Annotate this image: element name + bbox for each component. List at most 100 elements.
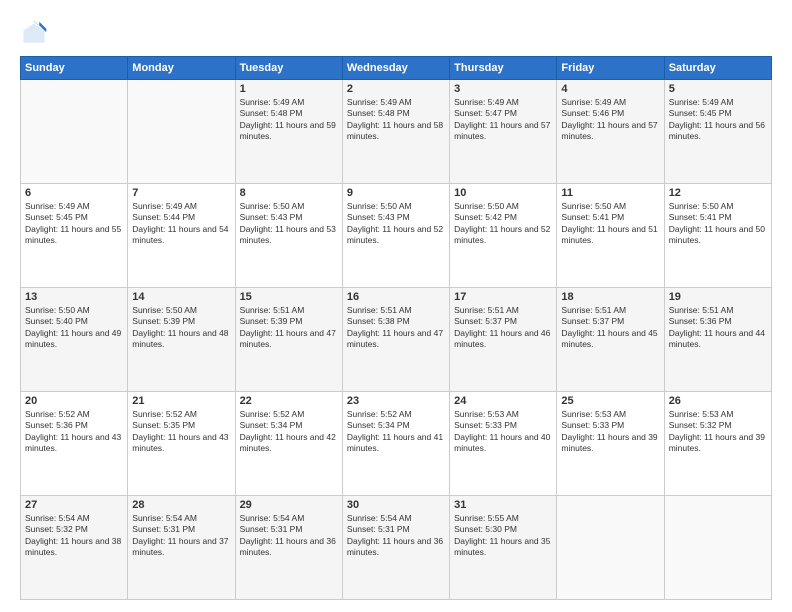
day-number: 7 — [132, 187, 230, 199]
day-number: 8 — [240, 187, 338, 199]
day-cell: 1 Sunrise: 5:49 AM Sunset: 5:48 PM Daylig… — [235, 80, 342, 184]
day-cell: 29Sunrise: 5:54 AM Sunset: 5:31 PM Dayli… — [235, 496, 342, 600]
logo-icon — [20, 20, 48, 48]
day-cell: 28Sunrise: 5:54 AM Sunset: 5:31 PM Dayli… — [128, 496, 235, 600]
day-info: Sunrise: 5:50 AM Sunset: 5:43 PM Dayligh… — [240, 201, 338, 247]
day-number: 23 — [347, 395, 445, 407]
weekday-header-tuesday: Tuesday — [235, 57, 342, 80]
day-cell: 11 Sunrise: 5:50 AM Sunset: 5:41 PM Dayli… — [557, 184, 664, 288]
day-info: Sunrise: 5:52 AM Sunset: 5:36 PM Dayligh… — [25, 409, 123, 455]
day-cell: 17 Sunrise: 5:51 AM Sunset: 5:37 PM Dayli… — [450, 288, 557, 392]
day-cell: 24 Sunrise: 5:53 AM Sunset: 5:33 PM Dayli… — [450, 392, 557, 496]
week-row-1: 1 Sunrise: 5:49 AM Sunset: 5:48 PM Daylig… — [21, 80, 772, 184]
day-number: 21 — [132, 395, 230, 407]
day-info: Sunrise: 5:52 AM Sunset: 5:34 PM Dayligh… — [347, 409, 445, 455]
day-cell: 27 Sunrise: 5:54 AM Sunset: 5:32 PM Dayli… — [21, 496, 128, 600]
day-number: 16 — [347, 291, 445, 303]
day-info: Sunrise: 5:51 AM Sunset: 5:37 PM Dayligh… — [561, 305, 659, 351]
day-info: Sunrise: 5:50 AM Sunset: 5:41 PM Dayligh… — [561, 201, 659, 247]
weekday-header-monday: Monday — [128, 57, 235, 80]
day-number: 15 — [240, 291, 338, 303]
day-number: 19 — [669, 291, 767, 303]
day-info: Sunrise: 5:52 AM Sunset: 5:35 PM Dayligh… — [132, 409, 230, 455]
day-cell: 25Sunrise: 5:53 AM Sunset: 5:33 PM Dayli… — [557, 392, 664, 496]
logo — [20, 20, 52, 48]
day-number: 4 — [561, 83, 659, 95]
day-cell: 23 Sunrise: 5:52 AM Sunset: 5:34 PM Dayli… — [342, 392, 449, 496]
week-row-5: 27 Sunrise: 5:54 AM Sunset: 5:32 PM Dayli… — [21, 496, 772, 600]
day-number: 11 — [561, 187, 659, 199]
day-cell — [128, 80, 235, 184]
day-cell: 4 Sunrise: 5:49 AM Sunset: 5:46 PM Daylig… — [557, 80, 664, 184]
day-info: Sunrise: 5:53 AM Sunset: 5:33 PM Dayligh… — [454, 409, 552, 455]
day-info: Sunrise: 5:50 AM Sunset: 5:43 PM Dayligh… — [347, 201, 445, 247]
day-number: 26 — [669, 395, 767, 407]
day-number: 9 — [347, 187, 445, 199]
day-cell: 9 Sunrise: 5:50 AM Sunset: 5:43 PM Daylig… — [342, 184, 449, 288]
day-cell: 19 Sunrise: 5:51 AM Sunset: 5:36 PM Dayli… — [664, 288, 771, 392]
weekday-header-sunday: Sunday — [21, 57, 128, 80]
day-number: 13 — [25, 291, 123, 303]
day-number: 17 — [454, 291, 552, 303]
day-info: Sunrise: 5:53 AM Sunset: 5:32 PM Dayligh… — [669, 409, 767, 455]
day-number: 29 — [240, 499, 338, 511]
header — [20, 16, 772, 48]
day-number: 12 — [669, 187, 767, 199]
day-info: Sunrise: 5:49 AM Sunset: 5:44 PM Dayligh… — [132, 201, 230, 247]
day-number: 6 — [25, 187, 123, 199]
day-cell: 12 Sunrise: 5:50 AM Sunset: 5:41 PM Dayli… — [664, 184, 771, 288]
day-number: 31 — [454, 499, 552, 511]
day-info: Sunrise: 5:51 AM Sunset: 5:36 PM Dayligh… — [669, 305, 767, 351]
day-cell: 16 Sunrise: 5:51 AM Sunset: 5:38 PM Dayli… — [342, 288, 449, 392]
week-row-3: 13 Sunrise: 5:50 AM Sunset: 5:40 PM Dayli… — [21, 288, 772, 392]
weekday-header-friday: Friday — [557, 57, 664, 80]
day-cell — [557, 496, 664, 600]
day-info: Sunrise: 5:49 AM Sunset: 5:45 PM Dayligh… — [669, 97, 767, 143]
day-number: 18 — [561, 291, 659, 303]
day-info: Sunrise: 5:54 AM Sunset: 5:31 PM Dayligh… — [347, 513, 445, 559]
day-cell: 31 Sunrise: 5:55 AM Sunset: 5:30 PM Dayli… — [450, 496, 557, 600]
day-info: Sunrise: 5:49 AM Sunset: 5:48 PM Dayligh… — [240, 97, 338, 143]
day-cell: 10 Sunrise: 5:50 AM Sunset: 5:42 PM Dayli… — [450, 184, 557, 288]
day-cell: 2 Sunrise: 5:49 AM Sunset: 5:48 PM Daylig… — [342, 80, 449, 184]
day-info: Sunrise: 5:51 AM Sunset: 5:38 PM Dayligh… — [347, 305, 445, 351]
day-cell: 5 Sunrise: 5:49 AM Sunset: 5:45 PM Daylig… — [664, 80, 771, 184]
weekday-header-row: SundayMondayTuesdayWednesdayThursdayFrid… — [21, 57, 772, 80]
day-cell: 6Sunrise: 5:49 AM Sunset: 5:45 PM Daylig… — [21, 184, 128, 288]
day-info: Sunrise: 5:49 AM Sunset: 5:47 PM Dayligh… — [454, 97, 552, 143]
day-number: 10 — [454, 187, 552, 199]
day-cell: 13 Sunrise: 5:50 AM Sunset: 5:40 PM Dayli… — [21, 288, 128, 392]
day-cell — [664, 496, 771, 600]
day-info: Sunrise: 5:54 AM Sunset: 5:32 PM Dayligh… — [25, 513, 123, 559]
day-number: 3 — [454, 83, 552, 95]
day-cell: 7 Sunrise: 5:49 AM Sunset: 5:44 PM Daylig… — [128, 184, 235, 288]
week-row-4: 20 Sunrise: 5:52 AM Sunset: 5:36 PM Dayli… — [21, 392, 772, 496]
day-number: 14 — [132, 291, 230, 303]
day-cell: 22Sunrise: 5:52 AM Sunset: 5:34 PM Dayli… — [235, 392, 342, 496]
day-number: 30 — [347, 499, 445, 511]
week-row-2: 6Sunrise: 5:49 AM Sunset: 5:45 PM Daylig… — [21, 184, 772, 288]
day-info: Sunrise: 5:50 AM Sunset: 5:42 PM Dayligh… — [454, 201, 552, 247]
weekday-header-saturday: Saturday — [664, 57, 771, 80]
day-info: Sunrise: 5:55 AM Sunset: 5:30 PM Dayligh… — [454, 513, 552, 559]
day-info: Sunrise: 5:51 AM Sunset: 5:39 PM Dayligh… — [240, 305, 338, 351]
day-info: Sunrise: 5:50 AM Sunset: 5:40 PM Dayligh… — [25, 305, 123, 351]
day-cell: 18 Sunrise: 5:51 AM Sunset: 5:37 PM Dayli… — [557, 288, 664, 392]
weekday-header-thursday: Thursday — [450, 57, 557, 80]
day-info: Sunrise: 5:51 AM Sunset: 5:37 PM Dayligh… — [454, 305, 552, 351]
day-number: 5 — [669, 83, 767, 95]
day-info: Sunrise: 5:49 AM Sunset: 5:46 PM Dayligh… — [561, 97, 659, 143]
day-info: Sunrise: 5:49 AM Sunset: 5:48 PM Dayligh… — [347, 97, 445, 143]
day-cell: 15 Sunrise: 5:51 AM Sunset: 5:39 PM Dayli… — [235, 288, 342, 392]
day-number: 2 — [347, 83, 445, 95]
day-number: 24 — [454, 395, 552, 407]
day-info: Sunrise: 5:52 AM Sunset: 5:34 PM Dayligh… — [240, 409, 338, 455]
day-number: 20 — [25, 395, 123, 407]
day-number: 27 — [25, 499, 123, 511]
day-number: 1 — [240, 83, 338, 95]
day-number: 25 — [561, 395, 659, 407]
day-info: Sunrise: 5:50 AM Sunset: 5:39 PM Dayligh… — [132, 305, 230, 351]
day-info: Sunrise: 5:50 AM Sunset: 5:41 PM Dayligh… — [669, 201, 767, 247]
day-info: Sunrise: 5:54 AM Sunset: 5:31 PM Dayligh… — [132, 513, 230, 559]
day-cell: 14 Sunrise: 5:50 AM Sunset: 5:39 PM Dayli… — [128, 288, 235, 392]
